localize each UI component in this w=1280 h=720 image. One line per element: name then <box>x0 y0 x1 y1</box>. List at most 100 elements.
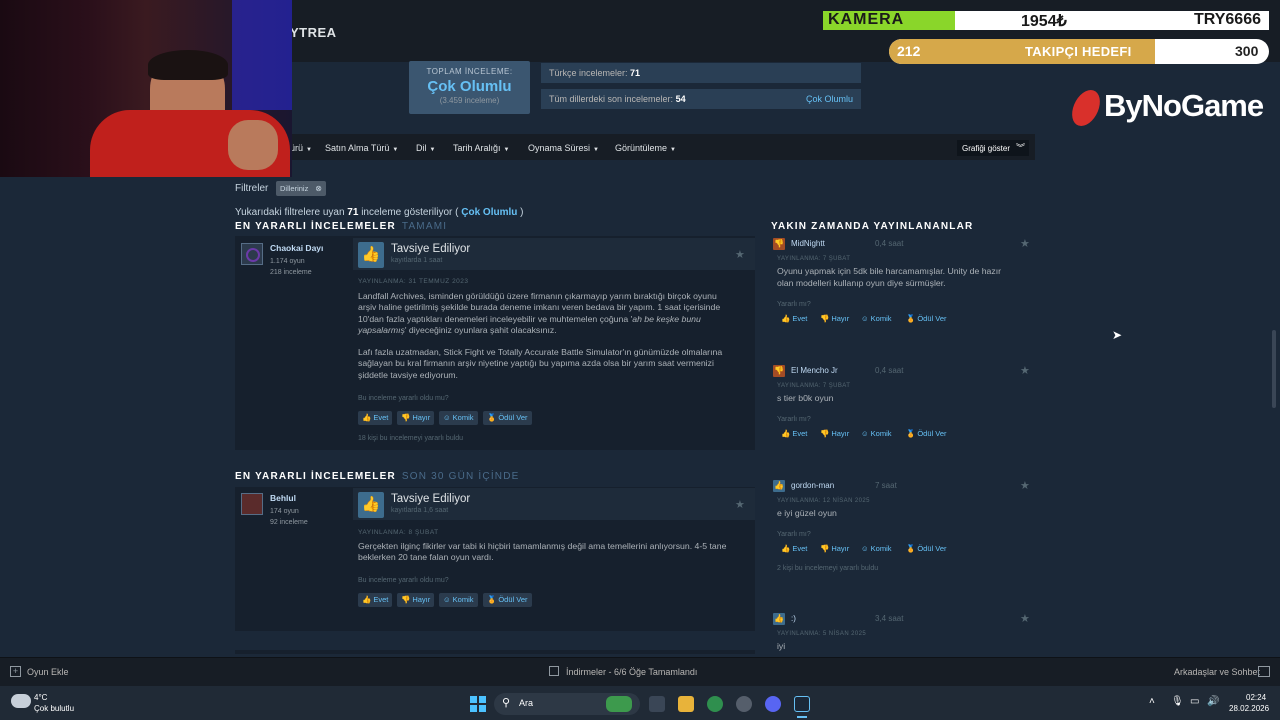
vote-no-button[interactable]: 👎 Hayır <box>820 429 849 438</box>
scrollbar-thumb[interactable] <box>1272 330 1276 408</box>
recent-count: 54 <box>675 94 686 104</box>
award-star-icon[interactable]: ★ <box>735 248 745 261</box>
vote-no-button[interactable]: 👎 Hayır <box>820 314 849 323</box>
filter-result-text: Yukarıdaki filtrelere uyan 71 inceleme g… <box>235 207 524 218</box>
overall-count: (3.459 inceleme) <box>439 96 500 105</box>
reviewer-name[interactable]: gordon-man <box>791 481 834 490</box>
plus-icon[interactable]: + <box>10 666 21 677</box>
windows-start-icon[interactable] <box>470 696 486 712</box>
vote-funny-button[interactable]: ☺ Komik <box>439 593 478 607</box>
vote-no-button[interactable]: 👎 Hayır <box>397 411 435 425</box>
thumbs-down-icon: 👎 <box>820 314 830 323</box>
follower-target: 300 <box>1235 43 1259 59</box>
reviewer-name[interactable]: Chaokai Dayı <box>270 243 323 253</box>
vote-no-button[interactable]: 👎 Hayır <box>397 593 435 607</box>
vote-funny-button[interactable]: ☺ Komik <box>439 411 478 425</box>
reviewer-name[interactable]: :) <box>791 614 796 623</box>
thumbs-down-icon: 👎 <box>820 543 830 553</box>
filter-display[interactable]: Görüntüleme ▼ <box>615 143 676 153</box>
award-star-icon[interactable]: ★ <box>1020 612 1030 625</box>
turkish-reviews-summary[interactable]: Türkçe incelemeler: 71 <box>541 63 861 83</box>
playtime: 7 saat <box>875 481 897 490</box>
filter-playtime[interactable]: Oynama Süresi ▼ <box>528 143 599 153</box>
file-explorer-icon[interactable] <box>678 696 694 712</box>
thumbs-down-icon: 👎 <box>401 413 411 422</box>
award-icon: 🏅 <box>906 543 916 553</box>
downloads-status[interactable]: İndirmeler - 6/6 Öğe Tamamlandı <box>566 667 697 677</box>
bynogame-logo-text: ByNoGame <box>1104 88 1264 123</box>
chat-icon[interactable] <box>1258 666 1270 677</box>
vote-yes-button[interactable]: 👍 Evet <box>358 593 393 607</box>
language-filter-chip[interactable]: Dilleriniz ⊗ <box>276 181 326 196</box>
reviewer-name[interactable]: Behlul <box>270 493 296 503</box>
next-review-edge <box>235 650 755 654</box>
vote-funny-button[interactable]: ☺ Komik <box>861 544 892 553</box>
award-star-icon[interactable]: ★ <box>1020 237 1030 250</box>
thumbs-down-icon: 👎 <box>820 428 830 438</box>
award-button[interactable]: 🏅 Ödül Ver <box>906 544 947 553</box>
helpful-question: Yararlı mı? <box>777 415 811 423</box>
helpful-question: Yararlı mı? <box>777 530 811 538</box>
award-star-icon[interactable]: ★ <box>1020 479 1030 492</box>
vote-funny-button[interactable]: ☺ Komik <box>861 429 892 438</box>
steam-icon[interactable] <box>794 696 810 712</box>
vote-yes-button[interactable]: 👍 Evet <box>358 411 393 425</box>
reviewer-reviews[interactable]: 218 inceleme <box>270 267 312 278</box>
clock-date[interactable]: 28.02.2026 <box>1229 704 1269 713</box>
filter-date-range[interactable]: Tarih Aralığı ▼ <box>453 143 509 153</box>
network-icon[interactable]: ▭ <box>1190 696 1199 707</box>
avatar[interactable] <box>241 493 263 515</box>
volume-icon[interactable]: 🔊 <box>1207 696 1219 707</box>
microphone-icon[interactable]: 🎙 <box>1171 696 1184 707</box>
recent-reviews-summary[interactable]: Tüm dillerdeki son incelemeler: 54 Çok O… <box>541 89 861 109</box>
playtime: 0,4 saat <box>875 239 904 248</box>
windows-taskbar: 4°C Çok bulutlu ⚲ Ara ˄ 🎙 ▭ 🔊 02:24 28.0… <box>0 686 1280 720</box>
vote-funny-button[interactable]: ☺ Komik <box>861 314 892 323</box>
vote-yes-button[interactable]: 👍 Evet <box>781 544 807 553</box>
avatar[interactable] <box>241 243 263 265</box>
award-button[interactable]: 🏅 Ödül Ver <box>483 411 532 425</box>
section-most-helpful-all: EN YARARLI İNCELEMELER TAMAMI <box>235 221 448 232</box>
reviewer-games[interactable]: 1.174 oyun <box>270 256 305 267</box>
vote-yes-button[interactable]: 👍 Evet <box>781 314 807 323</box>
follower-current: 212 <box>897 43 921 59</box>
search-box[interactable]: ⚲ Ara <box>494 693 640 715</box>
show-graph-button[interactable]: Grafiği göster ︾ <box>957 140 1029 156</box>
thumbs-up-icon: 👍 <box>781 314 791 323</box>
reviewer-games[interactable]: 174 oyun <box>270 506 299 517</box>
award-button[interactable]: 🏅 Ödül Ver <box>483 593 532 607</box>
vote-yes-button[interactable]: 👍 Evet <box>781 429 807 438</box>
filter-language[interactable]: Dil ▼ <box>416 143 435 153</box>
award-button[interactable]: 🏅 Ödül Ver <box>906 314 947 323</box>
award-star-icon[interactable]: ★ <box>735 498 745 511</box>
reviewer-name[interactable]: El Mencho Jr <box>791 366 838 375</box>
clock-time[interactable]: 02:24 <box>1246 693 1266 702</box>
task-view-icon[interactable] <box>649 696 665 712</box>
add-game-button[interactable]: Oyun Ekle <box>27 667 69 677</box>
vote-no-button[interactable]: 👎 Hayır <box>820 544 849 553</box>
posted-date: YAYINLANMA: 7 ŞUBAT <box>777 383 851 389</box>
recent-review: 👍 gordon-man 7 saat ★ YAYINLANMA: 12 NİS… <box>770 479 1035 572</box>
verdict: Tavsiye Ediliyor <box>391 243 471 255</box>
reviewer-name[interactable]: MidNightt <box>791 239 825 248</box>
friends-chat-button[interactable]: Arkadaşlar ve Sohbet <box>1174 667 1260 677</box>
thumbs-up-icon: 👍 <box>358 242 384 268</box>
chrome-icon[interactable] <box>707 696 723 712</box>
mouse-cursor-icon: ➤ <box>1112 328 1123 342</box>
chevron-up-icon[interactable]: ˄ <box>1149 696 1155 707</box>
turkish-label: Türkçe incelemeler: <box>549 68 628 78</box>
filter-purchase-type[interactable]: Satın Alma Türü ▼ <box>325 143 398 153</box>
filter-review-type[interactable]: ürü ▼ <box>290 143 312 153</box>
close-icon[interactable]: ⊗ <box>315 181 322 196</box>
weather[interactable]: Çok bulutlu <box>34 704 74 713</box>
discord-icon[interactable] <box>765 696 781 712</box>
follower-goal-bar: 212 TAKIPÇI HEDEFI 300 <box>889 39 1269 64</box>
steam-bottom-bar: + Oyun Ekle İndirmeler - 6/6 Öğe Tamamla… <box>0 657 1280 687</box>
temperature[interactable]: 4°C <box>34 693 47 702</box>
reviewer-reviews[interactable]: 92 inceleme <box>270 517 308 528</box>
app-icon[interactable] <box>736 696 752 712</box>
thumbs-up-icon: 👍 <box>781 428 791 438</box>
award-button[interactable]: 🏅 Ödül Ver <box>906 429 947 438</box>
award-star-icon[interactable]: ★ <box>1020 364 1030 377</box>
overall-rating-card[interactable]: TOPLAM İNCELEME: Çok Olumlu (3.459 incel… <box>409 61 530 114</box>
